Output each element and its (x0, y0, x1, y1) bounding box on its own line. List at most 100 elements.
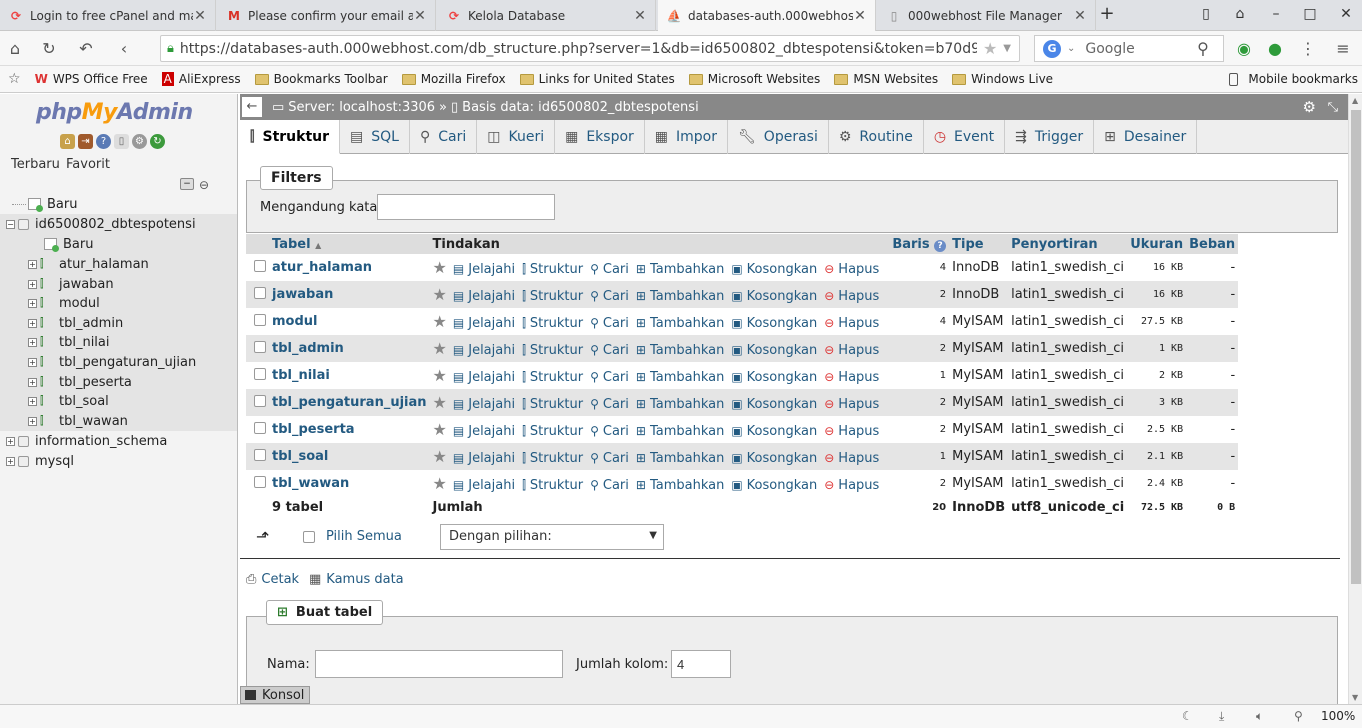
table-name-link[interactable]: tbl_nilai (269, 362, 430, 389)
help-icon[interactable]: ? (96, 134, 111, 149)
browser-tab-3[interactable]: ⟳ Kelola Database ✕ (438, 0, 656, 31)
reload-icon[interactable]: ↻ (39, 39, 59, 58)
bookmark-folder-firefox[interactable]: Mozilla Firefox (401, 72, 506, 86)
maximize-icon[interactable]: □ (1300, 6, 1320, 22)
search-icon[interactable]: ⚲ (1193, 39, 1213, 58)
drop-action[interactable]: ⊖ Hapus (824, 343, 879, 358)
expand-icon[interactable]: + (6, 436, 15, 446)
tab-routine[interactable]: ⚙ Routine (829, 120, 924, 154)
search-action[interactable]: ⚲ Cari (590, 343, 629, 358)
table-row[interactable]: tbl_soal ★ ▤ Jelajahi ⫿ Struktur ⚲ Cari ⊞ Tambahk… (246, 443, 1239, 470)
column-header-tabel[interactable]: Tabel ▲ (269, 234, 430, 254)
skin-icon[interactable]: ⌂ (1230, 6, 1250, 22)
table-row[interactable]: tbl_admin ★ ▤ Jelajahi ⫿ Struktur ⚲ Cari ⊞ Tambah… (246, 335, 1239, 362)
bookmark-folder-microsoft[interactable]: Microsoft Websites (688, 72, 820, 86)
empty-action[interactable]: ▣ Kosongkan (731, 289, 817, 304)
empty-action[interactable]: ▣ Kosongkan (731, 397, 817, 412)
table-row[interactable]: tbl_wawan ★ ▤ Jelajahi ⫿ Struktur ⚲ Cari ⊞ Tambah… (246, 470, 1239, 497)
mobile-bookmarks[interactable]: Mobile bookmarks (1229, 72, 1358, 86)
drop-action[interactable]: ⊖ Hapus (824, 289, 879, 304)
tab-cari[interactable]: ⚲ Cari (410, 120, 478, 154)
table-row[interactable]: atur_halaman ★ ▤ Jelajahi ⫿ Struktur ⚲ Cari ⊞ Tam… (246, 254, 1239, 281)
table-name-link[interactable]: tbl_soal (269, 443, 430, 470)
table-name-link[interactable]: tbl_admin (269, 335, 430, 362)
favorite-star-icon[interactable]: ★ (433, 285, 447, 304)
close-tab-icon[interactable]: ✕ (193, 8, 207, 24)
tree-item-new-table[interactable]: Baru (0, 234, 237, 254)
scroll-down-arrow[interactable]: ▼ (1352, 693, 1358, 702)
insert-action[interactable]: ⊞ Tambahkan (636, 424, 724, 439)
more-menu-icon[interactable]: ⋮ (1298, 39, 1318, 58)
tab-struktur[interactable]: ⫿ Struktur (240, 120, 341, 154)
bookmark-folder-msn[interactable]: MSN Websites (834, 72, 938, 86)
empty-action[interactable]: ▣ Kosongkan (731, 424, 817, 439)
help-icon[interactable]: ? (934, 239, 947, 252)
tree-item-db-id6500802[interactable]: − id6500802_dbtespotensi (0, 214, 237, 234)
tree-item-new-db[interactable]: Baru (12, 194, 77, 214)
table-name-link[interactable]: tbl_pengaturan_ujian (269, 389, 430, 416)
favorite-star-icon[interactable]: ★ (433, 258, 447, 277)
home-icon[interactable]: ⌂ (5, 39, 25, 58)
tree-item-db-information-schema[interactable]: + information_schema (6, 431, 167, 451)
restore-tabs-icon[interactable]: ▯ (1196, 6, 1216, 22)
favorite-star-icon[interactable]: ★ (433, 474, 447, 493)
bookmark-wps[interactable]: W WPS Office Free (35, 72, 148, 86)
expand-icon[interactable]: + (28, 279, 37, 289)
table-row[interactable]: tbl_pengaturan_ujian ★ ▤ Jelajahi ⫿ Struktur ⚲… (246, 389, 1239, 416)
link-with-main-icon[interactable]: ⊖ (199, 178, 209, 192)
data-dictionary-link[interactable]: ▦ Kamus data (309, 572, 404, 587)
recent-tables-button[interactable]: Terbaru (7, 156, 64, 173)
drop-action[interactable]: ⊖ Hapus (824, 451, 879, 466)
insert-action[interactable]: ⊞ Tambahkan (636, 478, 724, 493)
browse-action[interactable]: ▤ Jelajahi (453, 289, 515, 304)
favorite-star-icon[interactable]: ★ (433, 312, 447, 331)
favorite-star-icon[interactable]: ★ (433, 447, 447, 466)
expand-icon[interactable]: + (28, 416, 37, 426)
main-scrollbar[interactable]: ▲ ▼ (1348, 94, 1362, 704)
logout-icon[interactable]: ⇥ (78, 134, 93, 149)
row-checkbox[interactable] (254, 475, 266, 488)
browse-action[interactable]: ▤ Jelajahi (453, 424, 515, 439)
url-dropdown-icon[interactable]: ▼ (1003, 43, 1011, 54)
tab-sql[interactable]: ▤ SQL (340, 120, 410, 154)
back-icon[interactable]: ‹ (114, 39, 134, 58)
maximize-icon[interactable]: ⤡ (1328, 100, 1338, 115)
drop-action[interactable]: ⊖ Hapus (824, 478, 879, 493)
table-row[interactable]: tbl_peserta ★ ▤ Jelajahi ⫿ Struktur ⚲ Cari ⊞ Tamb… (246, 416, 1239, 443)
refresh-icon[interactable]: ↻ (150, 134, 165, 149)
table-name-link[interactable]: modul (269, 308, 430, 335)
breadcrumb-db[interactable]: Basis data: id6500802_dbtespotensi (462, 100, 699, 115)
drop-action[interactable]: ⊖ Hapus (824, 370, 879, 385)
search-action[interactable]: ⚲ Cari (590, 316, 629, 331)
zoom-icon[interactable]: ⚲ (1294, 709, 1303, 723)
browse-action[interactable]: ▤ Jelajahi (453, 262, 515, 277)
insert-action[interactable]: ⊞ Tambahkan (636, 316, 724, 331)
row-checkbox[interactable] (254, 286, 266, 299)
scrollbar-thumb[interactable] (1351, 110, 1361, 584)
bookmark-star-icon[interactable]: ★ (983, 39, 997, 58)
with-selected-dropdown[interactable]: Dengan pilihan: ▼ (440, 524, 664, 550)
tree-item-table[interactable]: + ⫿ tbl_admin (0, 313, 237, 333)
collapse-icon[interactable]: − (6, 219, 15, 229)
settings-icon[interactable]: ⚙ (132, 134, 147, 149)
browse-action[interactable]: ▤ Jelajahi (453, 397, 515, 412)
close-tab-icon[interactable]: ✕ (853, 8, 867, 24)
empty-action[interactable]: ▣ Kosongkan (731, 370, 817, 385)
row-checkbox[interactable] (254, 367, 266, 380)
search-engine-dropdown-icon[interactable]: ⌄ (1067, 43, 1075, 54)
table-name-link[interactable]: tbl_peserta (269, 416, 430, 443)
bookmark-folder-links[interactable]: Links for United States (519, 72, 675, 86)
collapse-all-icon[interactable]: − (180, 178, 194, 190)
filter-input[interactable] (377, 194, 555, 220)
empty-action[interactable]: ▣ Kosongkan (731, 262, 817, 277)
settings-icon[interactable]: ⚙ (1303, 98, 1316, 116)
tree-item-table[interactable]: + ⫿ jawaban (0, 274, 237, 294)
expand-icon[interactable]: + (28, 298, 37, 308)
column-header-baris[interactable]: Baris ? (889, 234, 950, 254)
download-icon[interactable]: ⤓ (1219, 709, 1224, 724)
extension-globe-icon[interactable]: ◉ (1234, 39, 1254, 58)
row-checkbox[interactable] (254, 259, 266, 272)
row-checkbox[interactable] (254, 394, 266, 407)
column-count-input[interactable] (671, 650, 731, 678)
tab-event[interactable]: ◷ Event (924, 120, 1006, 154)
